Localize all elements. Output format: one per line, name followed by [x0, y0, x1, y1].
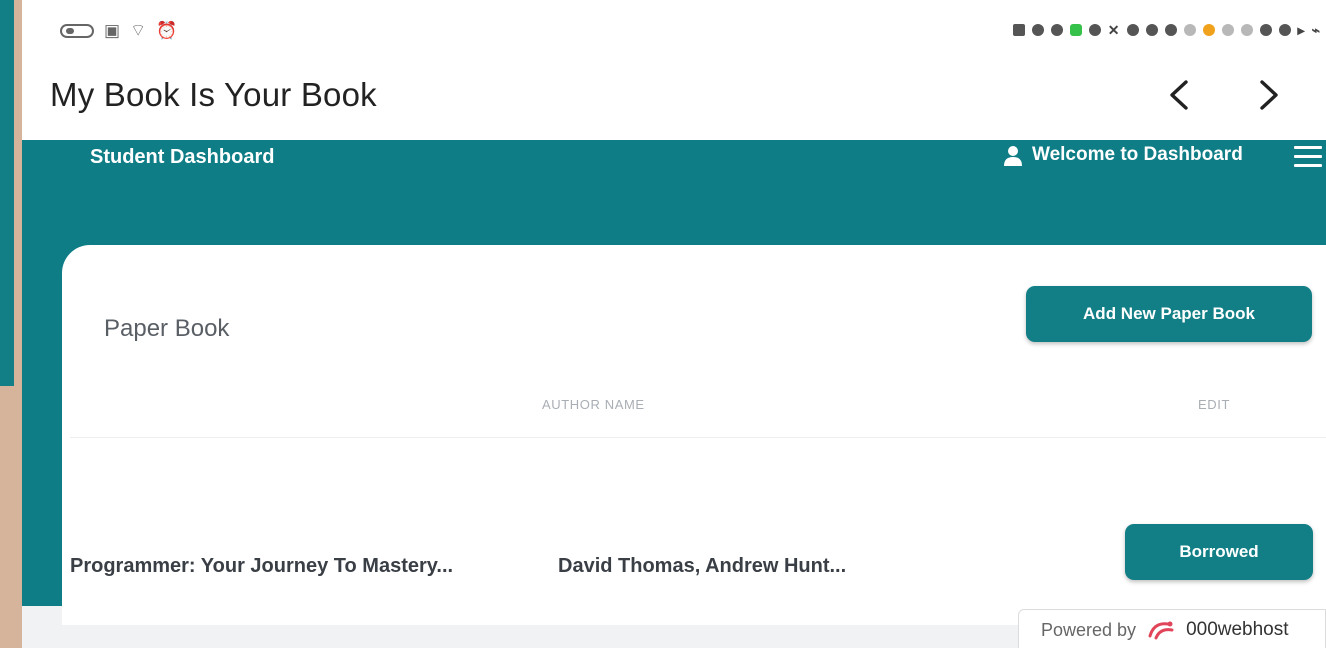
app-icon	[1240, 24, 1253, 36]
webhost-logo-icon	[1148, 621, 1174, 640]
chat-icon	[1088, 24, 1101, 36]
facebook-icon	[1164, 24, 1177, 36]
app-bar: My Book Is Your Book	[22, 62, 1326, 140]
column-header-edit: EDIT	[1198, 397, 1231, 412]
gear-icon	[1031, 24, 1044, 36]
column-header-author: AUTHOR NAME	[542, 397, 645, 412]
background-teal-edge	[0, 0, 14, 386]
status-left-icons: ▣ ⌔ ⏰	[60, 22, 177, 40]
screenshot-icon: ▣	[104, 21, 121, 40]
book-title-cell: Programmer: Your Journey To Mastery...	[70, 555, 454, 577]
x-icon: ✕	[1107, 22, 1120, 38]
notification-icons: ✕ ▸ ⌁	[1012, 22, 1320, 38]
app-icon	[1221, 24, 1234, 36]
powered-by-label: Powered by	[1041, 619, 1137, 640]
wifi-icon: ⌔	[130, 21, 147, 40]
phone-icon	[1050, 24, 1063, 36]
trash-icon	[1012, 24, 1025, 36]
add-paper-book-button[interactable]: Add New Paper Book	[1026, 286, 1312, 342]
phone-screen: ▣ ⌔ ⏰ ✕ ▸ ⌁ My Book Is Your Book Student…	[22, 0, 1326, 648]
welcome-label: Welcome to Dashboard	[1032, 144, 1243, 165]
author-name-cell: David Thomas, Andrew Hunt...	[558, 555, 847, 577]
user-icon	[1004, 146, 1022, 166]
alarm-icon: ⏰	[156, 21, 178, 40]
welcome-link[interactable]: Welcome to Dashboard	[1002, 144, 1243, 166]
toggle-icon	[60, 24, 94, 38]
gear-icon	[1259, 24, 1272, 36]
app-icon	[1069, 24, 1082, 36]
chevron-right-icon	[1260, 80, 1278, 110]
sidebar-strip	[22, 388, 62, 606]
signal-icon: ⌁	[1311, 22, 1320, 38]
powered-by-badge[interactable]: Powered by 000webhost	[1018, 609, 1326, 648]
paper-book-card: Paper Book Add New Paper Book AUTHOR NAM…	[62, 245, 1326, 625]
hamburger-menu-icon[interactable]	[1294, 146, 1322, 168]
app-icon	[1278, 24, 1291, 36]
header-divider	[70, 437, 1326, 438]
instagram-icon	[1183, 24, 1196, 36]
card-title: Paper Book	[104, 315, 230, 342]
forward-button[interactable]	[1248, 72, 1288, 118]
webhost-brand: 000webhost	[1186, 619, 1289, 640]
back-button[interactable]	[1160, 72, 1200, 118]
status-bar: ▣ ⌔ ⏰ ✕ ▸ ⌁	[22, 0, 1326, 60]
app-title: My Book Is Your Book	[50, 76, 377, 113]
dashboard-brand[interactable]: Student Dashboard	[90, 146, 274, 169]
facebook-icon	[1145, 24, 1158, 36]
app-icon	[1202, 24, 1215, 36]
chevron-left-icon	[1170, 80, 1188, 110]
borrowed-button[interactable]: Borrowed	[1125, 524, 1313, 580]
app-icon	[1126, 24, 1139, 36]
play-icon: ▸	[1297, 22, 1305, 38]
